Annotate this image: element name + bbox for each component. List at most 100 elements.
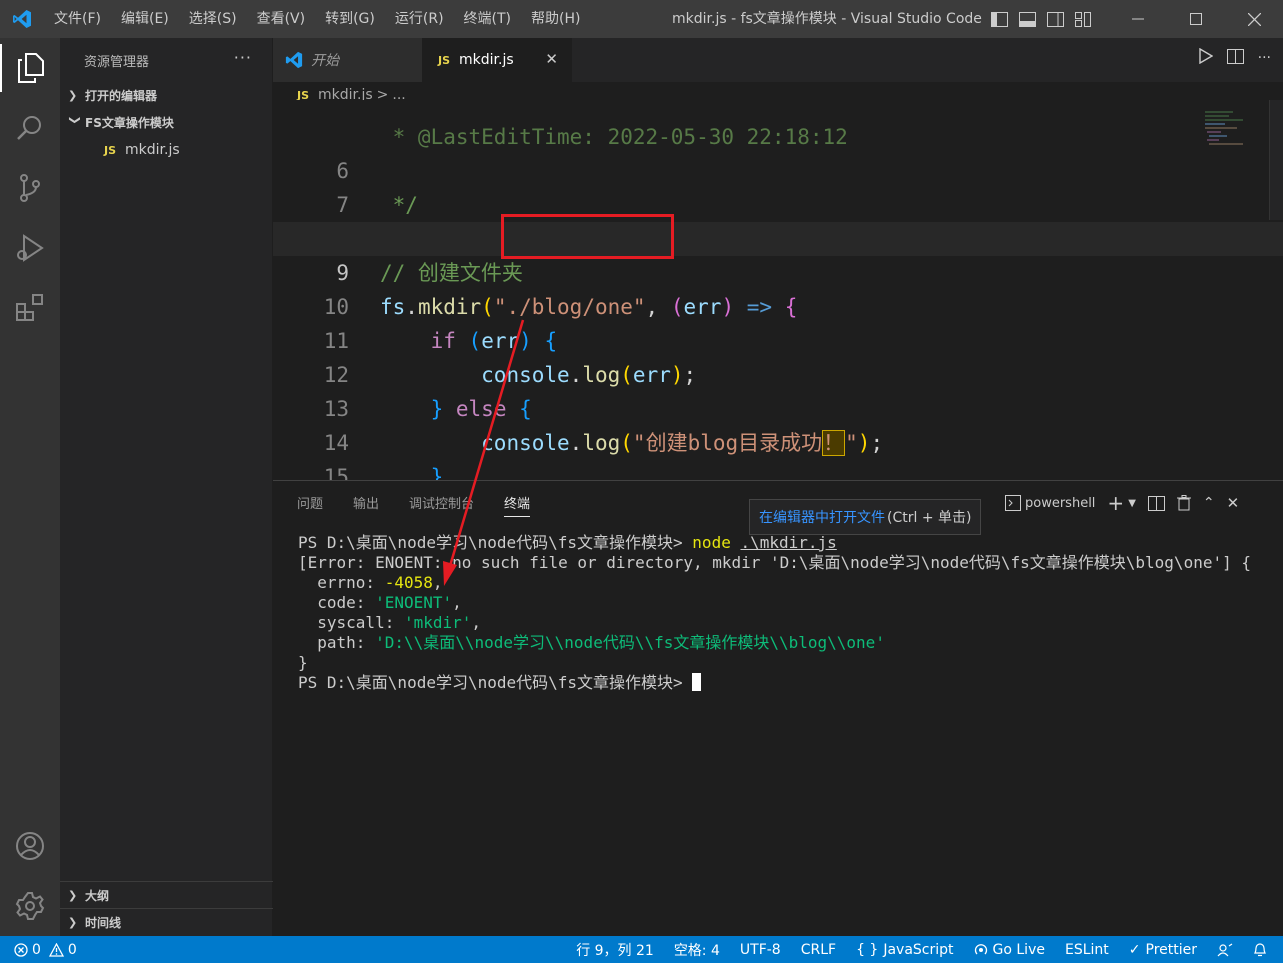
code-line: 15 }); — [273, 426, 1283, 480]
file-mkdir-js[interactable]: JS mkdir.js — [60, 136, 272, 164]
extensions-icon[interactable] — [0, 284, 60, 332]
account-icon[interactable] — [0, 822, 60, 870]
terminal-key: code: — [298, 593, 376, 612]
menu-help[interactable]: 帮助(H) — [521, 0, 590, 38]
prettier-status[interactable]: ✓ Prettier — [1129, 942, 1197, 958]
source-control-icon[interactable] — [0, 164, 60, 212]
editor-scrollbar[interactable] — [1269, 100, 1283, 220]
code-line: 13 console.log("创建blog目录成功！"); — [273, 358, 1283, 456]
menu-selection[interactable]: 选择(S) — [179, 0, 247, 38]
file-label: mkdir.js — [125, 142, 180, 158]
folder-section[interactable]: ❯ FS文章操作模块 — [60, 109, 272, 136]
tooltip-hint: (Ctrl + 单击) — [887, 510, 972, 526]
cursor-position[interactable]: 行 9，列 21 — [576, 940, 654, 960]
eslint-status[interactable]: ESLint — [1065, 942, 1109, 958]
minimap[interactable] — [1203, 108, 1263, 148]
terminal-file-link[interactable]: .\mkdir.js — [740, 533, 836, 552]
menu-file[interactable]: 文件(F) — [44, 0, 111, 38]
editor-tab-bar: 开始 JS mkdir.js ✕ ··· — [273, 38, 1283, 82]
code-line: 8 // 创建文件夹 — [273, 188, 1283, 285]
kill-terminal-trash-icon[interactable] — [1176, 495, 1191, 511]
close-tab-icon[interactable]: ✕ — [545, 50, 558, 68]
menu-go[interactable]: 转到(G) — [315, 0, 385, 38]
tab-problems[interactable]: 问题 — [297, 493, 323, 517]
close-panel-icon[interactable]: ✕ — [1227, 494, 1240, 512]
outline-section[interactable]: ❯ 大纲 — [60, 881, 273, 909]
tab-output[interactable]: 输出 — [353, 493, 379, 517]
explorer-icon[interactable] — [0, 44, 60, 92]
customize-layout-icon[interactable] — [1074, 11, 1093, 28]
status-bar: 0 0 行 9，列 21 空格: 4 UTF-8 CRLF { } JavaScr… — [0, 936, 1283, 963]
feedback-icon[interactable] — [1217, 943, 1233, 957]
error-icon — [14, 942, 28, 957]
tab-debug-console[interactable]: 调试控制台 — [409, 493, 474, 517]
maximize-panel-chevron-up-icon[interactable]: ⌃ — [1203, 495, 1215, 511]
layout-controls — [990, 0, 1093, 38]
chevron-right-icon: ❯ — [68, 889, 78, 902]
notifications-bell-icon[interactable] — [1253, 942, 1267, 957]
annotation-box — [501, 214, 674, 259]
run-debug-icon[interactable] — [0, 224, 60, 272]
braces-icon: { } — [856, 941, 879, 958]
chevron-down-icon[interactable]: ▼ — [1128, 498, 1136, 509]
menu-edit[interactable]: 编辑(E) — [111, 0, 179, 38]
terminal-line: code: 'ENOENT', — [298, 593, 462, 612]
terminal-output[interactable]: PS D:\桌面\node学习\node代码\fs文章操作模块> node .\… — [298, 533, 1278, 693]
terminal-line: } — [298, 653, 308, 672]
terminal-actions: powershell + ▼ ⌃ ✕ — [1005, 491, 1239, 515]
tab-mkdir-js[interactable]: JS mkdir.js ✕ — [422, 38, 572, 82]
terminal-line: PS D:\桌面\node学习\node代码\fs文章操作模块> node .\… — [298, 533, 1278, 553]
code-line: 7 const fs = require("fs"); — [273, 154, 1283, 251]
toggle-secondary-sidebar-icon[interactable] — [1046, 11, 1065, 28]
code-editor[interactable]: * @LastEditTime: 2022-05-30 22:18:12 6 *… — [273, 100, 1283, 480]
tab-welcome-label: 开始 — [311, 53, 339, 69]
menu-terminal[interactable]: 终端(T) — [454, 0, 521, 38]
code-line-partial: * @LastEditTime: 2022-05-30 22:18:12 — [273, 100, 1283, 149]
split-terminal-icon[interactable] — [1147, 495, 1165, 511]
new-terminal-icon[interactable]: + — [1107, 493, 1124, 513]
terminal-value: 'D:\\桌面\\node学习\\node代码\\fs文章操作模块\\blog\… — [375, 633, 885, 652]
language-mode[interactable]: { } JavaScript — [856, 942, 953, 958]
close-window-icon[interactable] — [1225, 0, 1283, 38]
code-line: 10 if (err) { — [273, 256, 1283, 353]
timeline-section[interactable]: ❯ 时间线 — [60, 908, 273, 936]
folder-label: FS文章操作模块 — [85, 116, 174, 130]
open-editors-label: 打开的编辑器 — [85, 89, 158, 103]
status-problems[interactable]: 0 0 — [14, 942, 77, 958]
menu-run[interactable]: 运行(R) — [385, 0, 454, 38]
encoding[interactable]: UTF-8 — [740, 942, 781, 958]
indentation[interactable]: 空格: 4 — [674, 940, 720, 960]
tab-terminal[interactable]: 终端 — [504, 493, 531, 517]
javascript-file-icon: JS — [104, 143, 117, 157]
terminal-shell-label[interactable]: powershell — [1025, 496, 1095, 511]
settings-gear-icon[interactable] — [0, 882, 60, 930]
activity-bar — [0, 38, 60, 936]
broadcast-icon — [974, 943, 988, 957]
go-live-button[interactable]: Go Live — [974, 942, 1045, 958]
terminal-line: syscall: 'mkdir', — [298, 613, 482, 632]
bottom-panel: 问题 输出 调试控制台 终端 在编辑器中打开文件 (Ctrl + 单击) pow… — [273, 480, 1283, 936]
vscode-small-icon — [285, 51, 303, 69]
maximize-icon[interactable] — [1167, 0, 1225, 38]
toggle-panel-icon[interactable] — [1018, 11, 1037, 28]
terminal-key: errno: — [298, 573, 385, 592]
warning-count: 0 — [67, 941, 77, 958]
panel-tabs: 问题 输出 调试控制台 终端 — [297, 493, 531, 517]
split-editor-icon[interactable] — [1226, 48, 1244, 68]
end-of-line[interactable]: CRLF — [801, 942, 836, 958]
more-actions-icon[interactable]: ··· — [1258, 50, 1271, 66]
window-controls — [1109, 0, 1283, 38]
tooltip-link[interactable]: 在编辑器中打开文件 — [759, 507, 885, 527]
minimize-icon[interactable] — [1109, 0, 1167, 38]
menu-bar: 文件(F) 编辑(E) 选择(S) 查看(V) 转到(G) 运行(R) 终端(T… — [44, 0, 590, 38]
open-editors-section[interactable]: ❯ 打开的编辑器 — [60, 82, 272, 109]
explorer-title: 资源管理器 ··· — [60, 38, 272, 82]
editor-actions: ··· — [1198, 47, 1271, 68]
menu-view[interactable]: 查看(V) — [247, 0, 316, 38]
toggle-primary-sidebar-icon[interactable] — [990, 11, 1009, 28]
vscode-logo-icon — [0, 0, 44, 38]
explorer-more-icon[interactable]: ··· — [234, 48, 252, 67]
tab-welcome[interactable]: 开始 — [273, 38, 422, 82]
search-icon[interactable] — [0, 104, 60, 152]
run-file-icon[interactable] — [1198, 47, 1214, 68]
